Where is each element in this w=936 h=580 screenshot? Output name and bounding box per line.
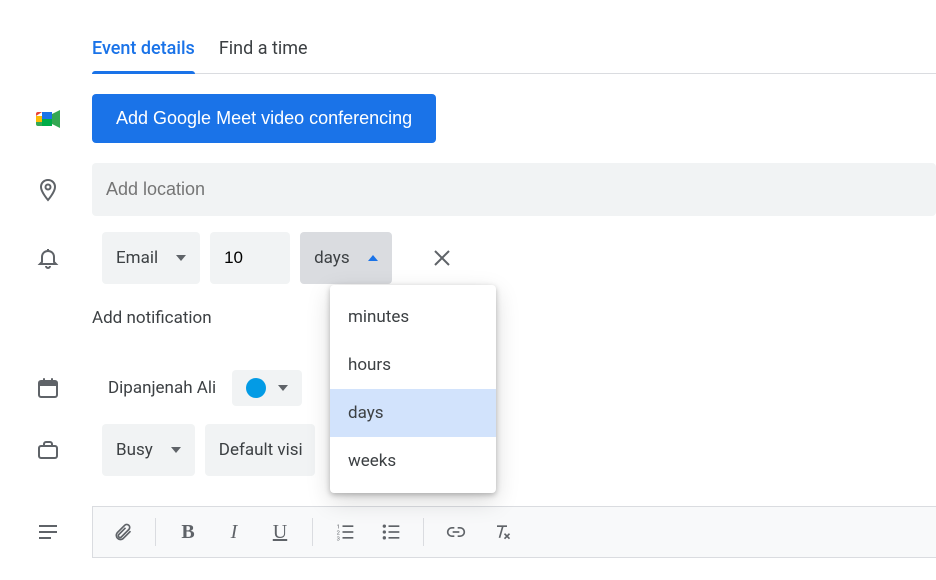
tab-event-details[interactable]: Event details <box>92 30 195 73</box>
chevron-down-icon <box>176 255 186 261</box>
italic-icon: I <box>231 521 238 544</box>
color-swatch <box>246 378 266 398</box>
remove-notification-button[interactable] <box>422 238 462 278</box>
notification-value-input[interactable] <box>210 232 290 284</box>
italic-button[interactable]: I <box>214 512 254 552</box>
tabs: Event details Find a time <box>92 30 936 74</box>
description-icon <box>36 520 60 544</box>
event-color-dropdown[interactable] <box>232 370 302 406</box>
visibility-dropdown[interactable]: Default visi <box>205 424 315 476</box>
calendar-icon <box>36 376 60 400</box>
link-button[interactable] <box>436 512 476 552</box>
visibility-label: Default visi <box>219 440 303 460</box>
unit-option-hours[interactable]: hours <box>330 341 496 389</box>
svg-text:3: 3 <box>337 536 340 542</box>
location-icon <box>36 178 60 202</box>
notification-unit-label: days <box>314 248 350 268</box>
chevron-down-icon <box>278 385 288 391</box>
underline-icon: U <box>273 521 287 544</box>
unit-option-days[interactable]: days <box>330 389 496 437</box>
close-icon <box>432 248 452 268</box>
unit-option-weeks[interactable]: weeks <box>330 437 496 485</box>
numbered-list-icon: 1 2 3 <box>335 522 355 542</box>
location-input[interactable] <box>92 163 936 216</box>
clear-formatting-icon <box>492 522 512 542</box>
numbered-list-button[interactable]: 1 2 3 <box>325 512 365 552</box>
bell-icon <box>36 246 60 270</box>
notification-method-label: Email <box>116 248 158 268</box>
underline-button[interactable]: U <box>260 512 300 552</box>
calendar-owner-label: Dipanjenah Ali <box>108 378 216 398</box>
bulleted-list-icon <box>381 522 401 542</box>
notification-unit-menu: minutes hours days weeks <box>330 285 496 493</box>
chevron-down-icon <box>171 447 181 453</box>
paperclip-icon <box>113 522 133 542</box>
availability-label: Busy <box>116 440 153 460</box>
notification-unit-dropdown[interactable]: days <box>300 232 392 284</box>
add-google-meet-button[interactable]: Add Google Meet video conferencing <box>92 94 436 143</box>
briefcase-icon <box>36 438 60 462</box>
description-toolbar: B I U 1 2 3 <box>92 506 936 558</box>
tab-find-a-time[interactable]: Find a time <box>219 30 308 73</box>
chevron-up-icon <box>368 255 378 261</box>
add-notification-link[interactable]: Add notification <box>92 302 212 334</box>
google-meet-icon <box>36 108 62 130</box>
link-icon <box>446 522 466 542</box>
notification-method-dropdown[interactable]: Email <box>102 232 200 284</box>
attach-button[interactable] <box>103 512 143 552</box>
availability-dropdown[interactable]: Busy <box>102 424 195 476</box>
bold-icon: B <box>181 521 194 544</box>
bold-button[interactable]: B <box>168 512 208 552</box>
bulleted-list-button[interactable] <box>371 512 411 552</box>
unit-option-minutes[interactable]: minutes <box>330 293 496 341</box>
clear-formatting-button[interactable] <box>482 512 522 552</box>
